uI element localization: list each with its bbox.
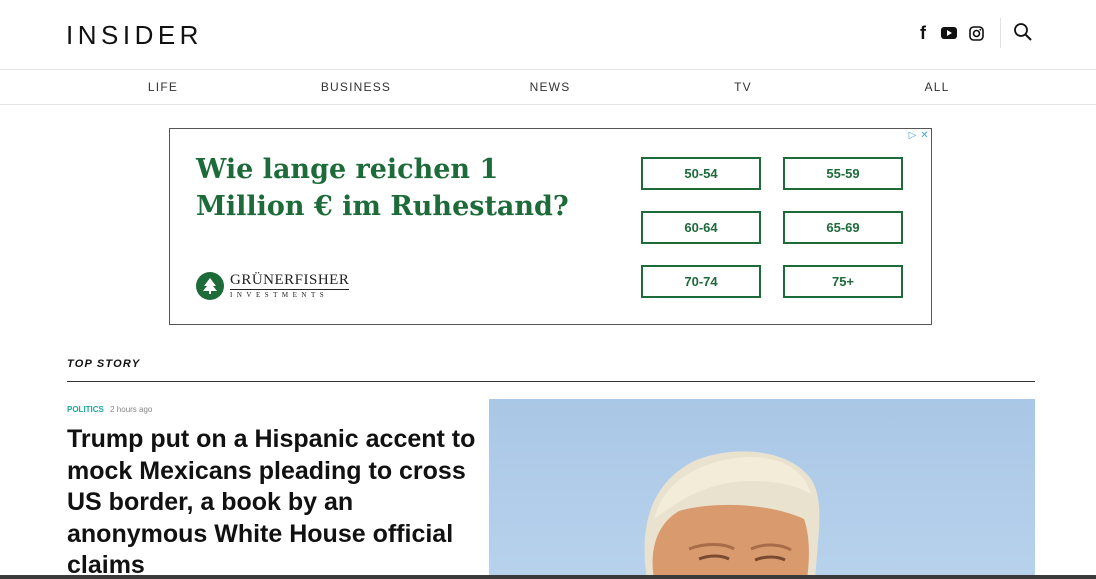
advertiser-subtitle: INVESTMENTS xyxy=(230,291,329,299)
ad-choices[interactable]: ▷ ✕ xyxy=(907,130,930,141)
nav-item-life[interactable]: LIFE xyxy=(148,80,178,94)
ad-age-button[interactable]: 75+ xyxy=(783,265,903,298)
nav-item-news[interactable]: NEWS xyxy=(530,80,571,94)
main-nav: LIFE BUSINESS NEWS TV ALL xyxy=(0,70,1096,105)
ad-age-button[interactable]: 70-74 xyxy=(641,265,761,298)
ad-age-button[interactable]: 65-69 xyxy=(783,211,903,244)
header-divider xyxy=(1000,18,1001,48)
nav-item-tv[interactable]: TV xyxy=(734,80,752,94)
section-divider xyxy=(67,381,1035,382)
nav-item-all[interactable]: ALL xyxy=(925,80,950,94)
ad-age-button[interactable]: 60-64 xyxy=(641,211,761,244)
ad-age-button[interactable]: 55-59 xyxy=(783,157,903,190)
ad-close-icon[interactable]: ✕ xyxy=(919,130,930,141)
site-header: INSIDER f xyxy=(0,0,1096,70)
tree-logo-icon xyxy=(196,272,224,300)
story-category[interactable]: POLITICS xyxy=(67,405,104,414)
instagram-icon[interactable] xyxy=(965,22,987,44)
story-timestamp: 2 hours ago xyxy=(110,405,153,414)
search-icon[interactable] xyxy=(1013,22,1035,44)
ad-info-icon[interactable]: ▷ xyxy=(907,130,918,141)
youtube-icon[interactable] xyxy=(938,22,960,44)
bottom-bar xyxy=(0,575,1096,579)
nav-item-business[interactable]: BUSINESS xyxy=(321,80,391,94)
section-label: TOP STORY xyxy=(67,358,141,370)
story-meta: POLITICS 2 hours ago xyxy=(67,405,152,414)
ad-age-button[interactable]: 50-54 xyxy=(641,157,761,190)
ad-headline: Wie lange reichen 1 Million € im Ruhesta… xyxy=(196,154,569,222)
facebook-icon[interactable]: f xyxy=(912,22,934,44)
story-headline[interactable]: Trump put on a Hispanic accent to mock M… xyxy=(67,424,477,579)
advertiser-brand[interactable]: GRÜNERFISHER INVESTMENTS xyxy=(196,272,350,300)
story-image[interactable] xyxy=(489,399,1035,579)
advertiser-name: GRÜNERFISHER xyxy=(230,272,350,290)
advertisement-banner[interactable]: ▷ ✕ Wie lange reichen 1 Million € im Ruh… xyxy=(169,128,932,325)
site-logo[interactable]: INSIDER xyxy=(66,20,203,51)
